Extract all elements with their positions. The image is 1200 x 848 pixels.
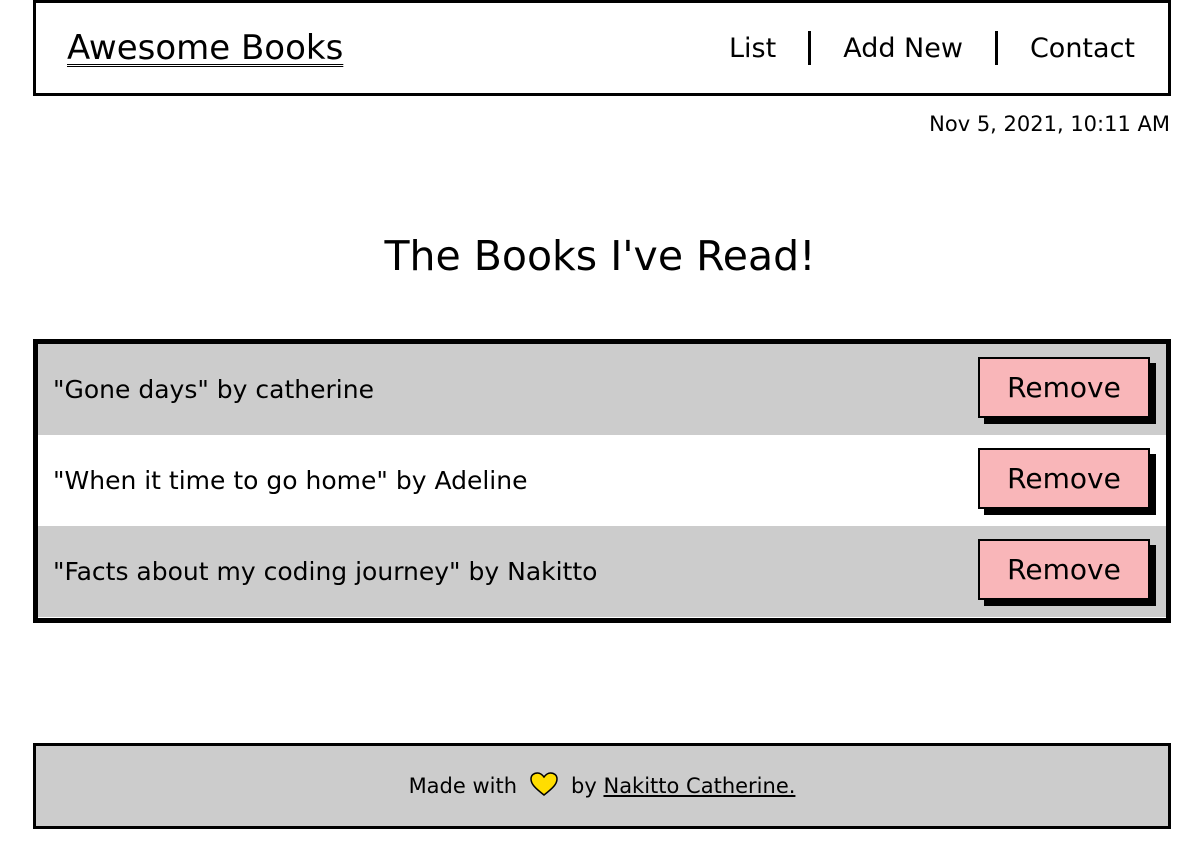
nav-divider [994,31,998,65]
book-row: "When it time to go home" by Adeline Rem… [38,435,1166,526]
heart-icon [529,771,559,802]
book-list: "Gone days" by catherine Remove "When it… [33,339,1171,623]
book-row: "Facts about my coding journey" by Nakit… [38,526,1166,617]
current-datetime: Nov 5, 2021, 10:11 AM [929,112,1170,136]
footer-prefix: Made with [408,774,518,798]
site-header: Awesome Books List Add New Contact [33,0,1171,96]
book-title-author: "Gone days" by catherine [53,375,374,404]
book-title-author: "Facts about my coding journey" by Nakit… [53,557,598,586]
logo-link[interactable]: Awesome Books [67,28,343,68]
book-row: "Gone days" by catherine Remove [38,344,1166,435]
nav-add-new-link[interactable]: Add New [843,33,963,64]
page-title: The Books I've Read! [384,232,816,280]
remove-book-button[interactable]: Remove [978,539,1150,600]
footer-by: by [571,774,597,798]
site-footer: Made with by Nakitto Catherine. [33,743,1171,829]
main-nav: List Add New Contact [729,31,1135,65]
nav-list-link[interactable]: List [729,33,776,64]
nav-divider [808,31,812,65]
remove-book-button[interactable]: Remove [978,448,1150,509]
author-link[interactable]: Nakitto Catherine. [603,774,795,798]
book-title-author: "When it time to go home" by Adeline [53,466,528,495]
remove-book-button[interactable]: Remove [978,357,1150,418]
nav-contact-link[interactable]: Contact [1030,33,1135,64]
